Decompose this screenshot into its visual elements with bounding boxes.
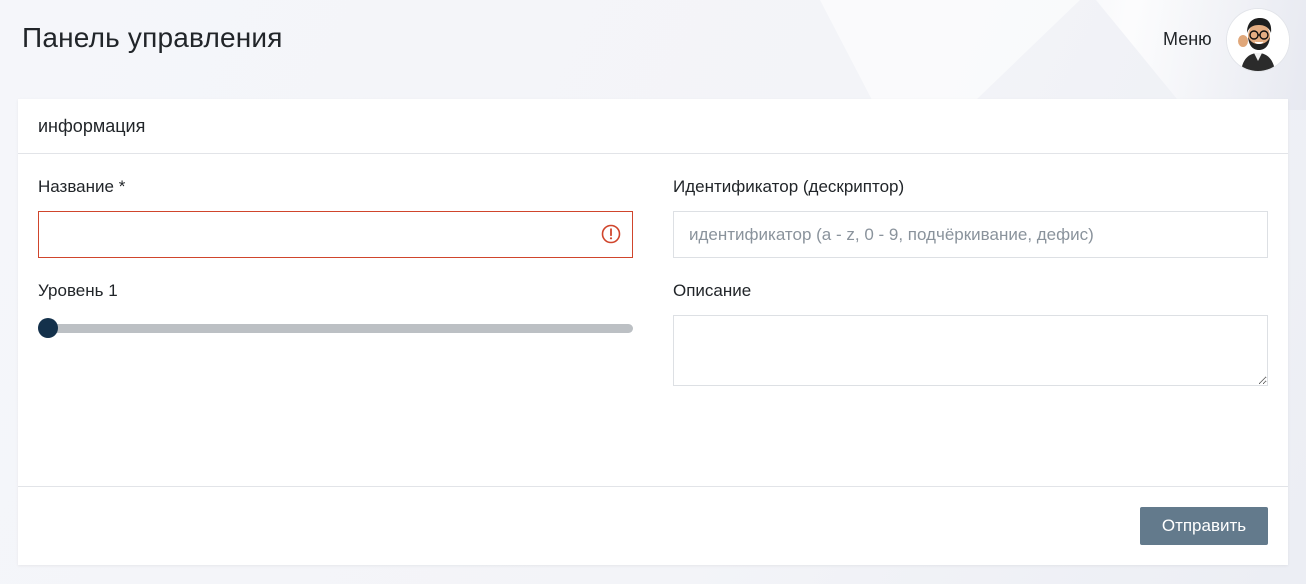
card-footer: Отправить [18,486,1288,565]
description-textarea[interactable] [673,315,1268,386]
info-card: информация Название * Идентификатор (дес… [18,99,1288,565]
header: Панель управления Меню [0,0,1306,82]
card-title: информация [18,99,1288,154]
identifier-label: Идентификатор (дескриптор) [673,177,905,196]
level-label: Уровень 1 [38,281,118,300]
identifier-input[interactable] [673,211,1268,258]
level-slider-thumb[interactable] [38,318,58,338]
name-label: Название * [38,177,126,196]
description-label: Описание [673,281,752,300]
submit-button[interactable]: Отправить [1140,507,1268,545]
avatar-icon [1227,9,1289,71]
menu-link[interactable]: Меню [1163,29,1212,50]
avatar[interactable] [1227,9,1289,71]
level-slider-track[interactable] [38,324,633,333]
page-title: Панель управления [22,22,283,53]
name-input[interactable] [38,211,633,258]
form-body: Название * Идентификатор (дескриптор) Ур… [18,154,1288,486]
error-exclamation-icon [601,224,621,244]
